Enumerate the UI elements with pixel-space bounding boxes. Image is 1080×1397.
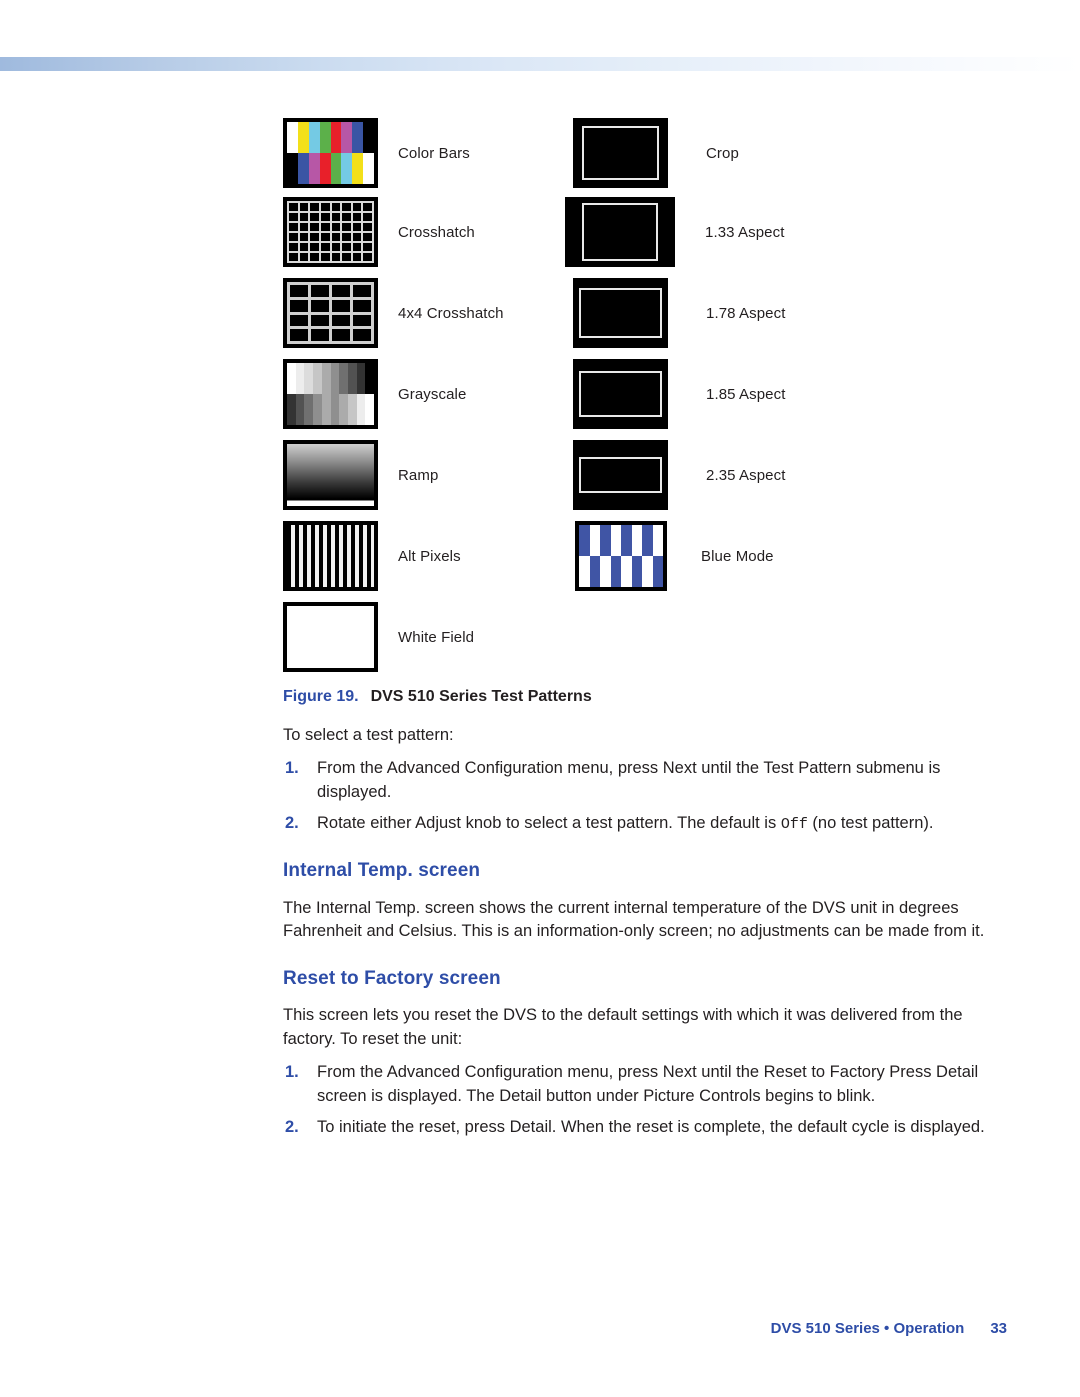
crosshatch-swatch xyxy=(283,197,378,267)
pattern-label: Crop xyxy=(706,144,739,162)
heading-reset-to-factory: Reset to Factory screen xyxy=(283,967,501,989)
step-number: 2. xyxy=(285,814,299,833)
pattern-label: Grayscale xyxy=(398,385,467,403)
step-text: From the Advanced Configuration menu, pr… xyxy=(317,759,941,801)
aspect-185-swatch xyxy=(573,359,668,429)
blue-mode-swatch xyxy=(575,521,667,591)
step-text-before: Rotate either Adjust knob to select a te… xyxy=(317,814,781,833)
figure-number: Figure 19. xyxy=(283,688,359,705)
steps-test-pattern: 1. From the Advanced Configuration menu,… xyxy=(283,757,989,835)
list-item: 1. From the Advanced Configuration menu,… xyxy=(283,757,989,804)
pattern-label: Alt Pixels xyxy=(398,547,461,565)
color-bars-swatch xyxy=(283,118,378,188)
grayscale-swatch xyxy=(283,359,378,429)
pattern-label: White Field xyxy=(398,628,475,646)
intro-paragraph: To select a test pattern: xyxy=(283,726,454,744)
pattern-label: 2.35 Aspect xyxy=(706,466,786,484)
pattern-grayscale: Grayscale xyxy=(283,359,466,429)
pattern-aspect-185: 1.85 Aspect xyxy=(573,359,786,429)
pattern-white-field: White Field xyxy=(283,602,474,672)
color-bars-bottom-row xyxy=(287,153,374,184)
steps-reset: 1. From the Advanced Configuration menu,… xyxy=(283,1061,989,1139)
paragraph-reset-to-factory: This screen lets you reset the DVS to th… xyxy=(283,1006,963,1048)
aspect-178-swatch xyxy=(573,278,668,348)
pattern-label: 1.85 Aspect xyxy=(706,385,786,403)
header-rule xyxy=(0,57,1080,71)
pattern-label: Ramp xyxy=(398,466,439,484)
aspect-235-swatch xyxy=(573,440,668,510)
ramp-swatch xyxy=(283,440,378,510)
step-text: To initiate the reset, press Detail. Whe… xyxy=(317,1118,985,1137)
figure-caption: Figure 19. DVS 510 Series Test Patterns xyxy=(283,688,592,706)
body-content: To select a test pattern: 1. From the Ad… xyxy=(283,724,989,1156)
page-footer: DVS 510 Series • Operation 33 xyxy=(0,1320,1007,1337)
pattern-label: 1.78 Aspect xyxy=(706,304,786,322)
step-text-after: (no test pattern). xyxy=(807,814,934,833)
pattern-crop: Crop xyxy=(573,118,739,188)
grayscale-top-row xyxy=(287,363,375,394)
grayscale-bottom-row xyxy=(287,394,375,425)
list-item: 1. From the Advanced Configuration menu,… xyxy=(283,1061,989,1108)
list-item: 2. To initiate the reset, press Detail. … xyxy=(283,1116,989,1139)
pattern-label: 4x4 Crosshatch xyxy=(398,304,504,322)
heading-internal-temp: Internal Temp. screen xyxy=(283,859,481,881)
pattern-label: Blue Mode xyxy=(701,547,774,565)
pattern-aspect-235: 2.35 Aspect xyxy=(573,440,786,510)
pattern-label: 1.33 Aspect xyxy=(705,223,785,241)
pattern-aspect-178: 1.78 Aspect xyxy=(573,278,786,348)
white-field-swatch xyxy=(283,602,378,672)
pattern-label: Crosshatch xyxy=(398,223,475,241)
crosshatch-4x4-swatch xyxy=(283,278,378,348)
footer-title: DVS 510 Series • Operation xyxy=(770,1320,965,1337)
blue-mode-top-row xyxy=(579,525,663,556)
paragraph-internal-temp: The Internal Temp. screen shows the curr… xyxy=(283,898,985,941)
step-number: 2. xyxy=(285,1118,299,1137)
default-value-off: Off xyxy=(780,816,808,834)
crop-swatch xyxy=(573,118,668,188)
alt-pixels-swatch xyxy=(283,521,378,591)
step-text: From the Advanced Configuration menu, pr… xyxy=(317,1063,979,1105)
pattern-alt-pixels: Alt Pixels xyxy=(283,521,461,591)
pattern-label: Color Bars xyxy=(398,144,470,162)
list-item: 2. Rotate either Adjust knob to select a… xyxy=(283,812,989,835)
blue-mode-bottom-row xyxy=(579,556,663,587)
step-number: 1. xyxy=(285,759,299,778)
figure-title: DVS 510 Series Test Patterns xyxy=(370,688,592,705)
pattern-crosshatch: Crosshatch xyxy=(283,197,475,267)
pattern-blue-mode: Blue Mode xyxy=(575,521,774,591)
step-number: 1. xyxy=(285,1063,299,1082)
pattern-ramp: Ramp xyxy=(283,440,438,510)
pattern-aspect-133: 1.33 Aspect xyxy=(565,197,785,267)
aspect-133-swatch xyxy=(565,197,675,267)
color-bars-top-row xyxy=(287,122,374,153)
pattern-color-bars: Color Bars xyxy=(283,118,470,188)
pattern-4x4-crosshatch: 4x4 Crosshatch xyxy=(283,278,504,348)
pattern-grid: Color Bars Crosshatch 4x4 Crosshatch Gra… xyxy=(283,118,983,678)
page-number: 33 xyxy=(990,1320,1007,1337)
figure-test-patterns: Color Bars Crosshatch 4x4 Crosshatch Gra… xyxy=(283,118,983,678)
